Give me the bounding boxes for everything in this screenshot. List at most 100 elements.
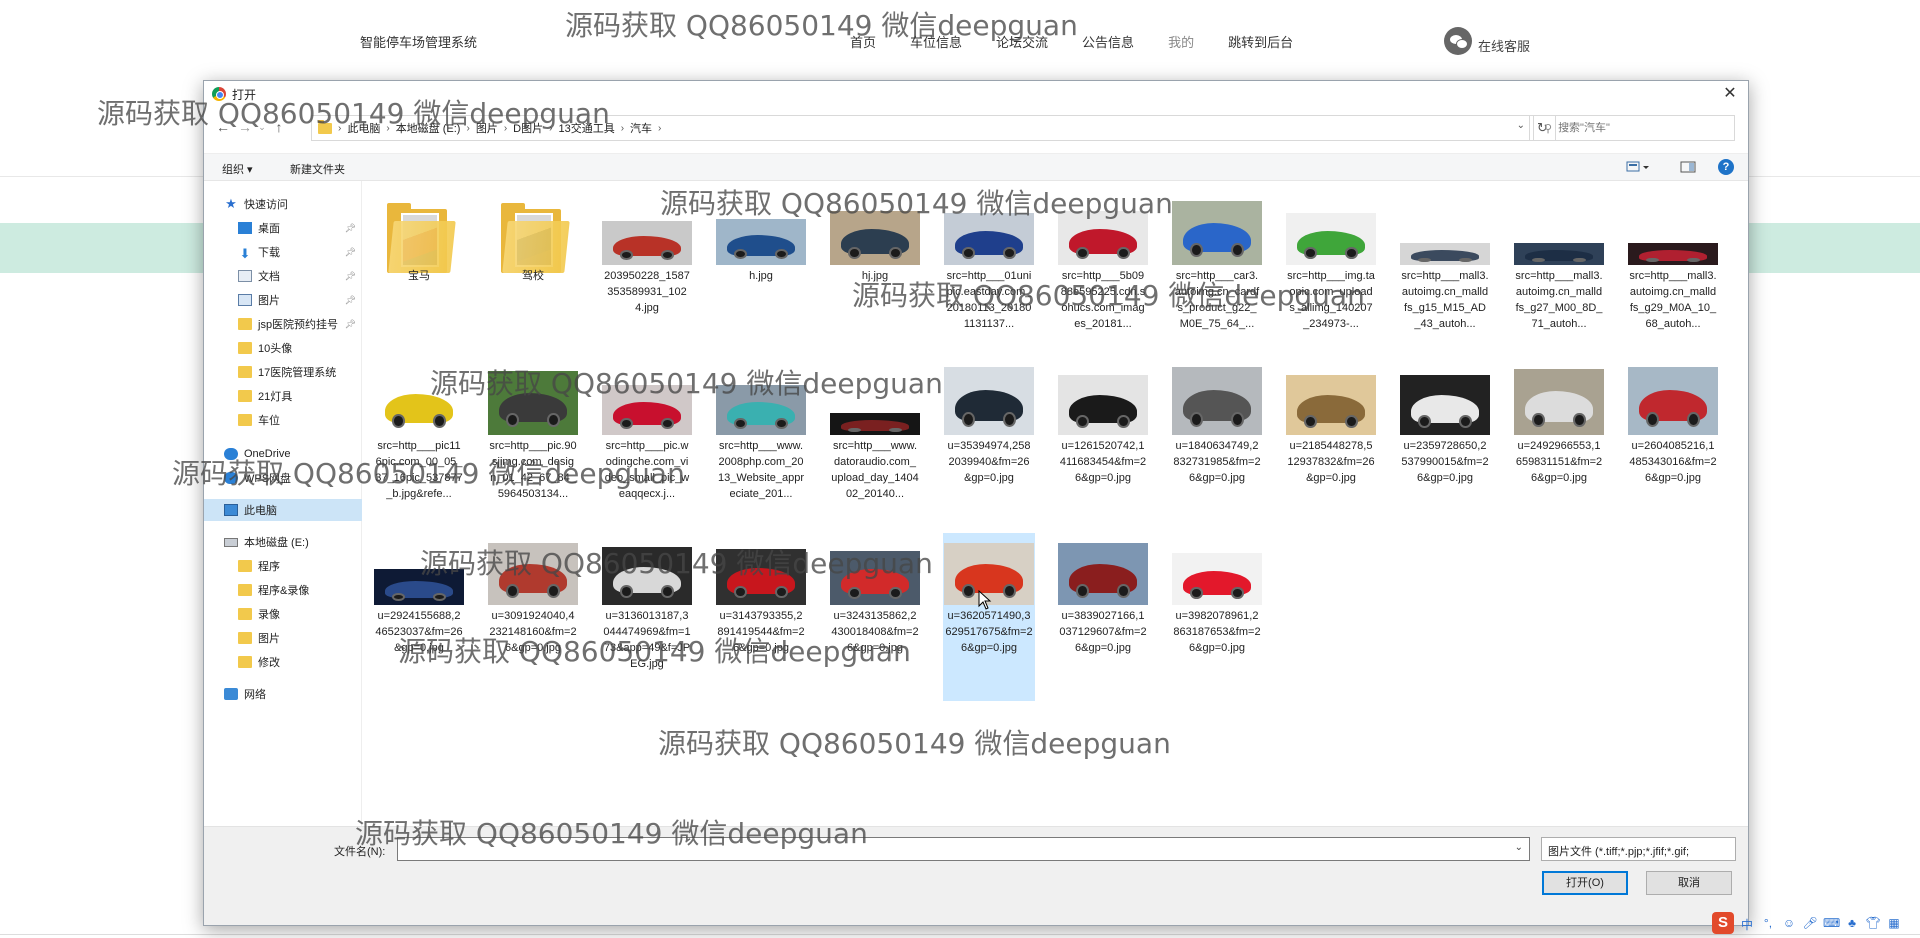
breadcrumb-d-pictures[interactable]: D图片 bbox=[513, 120, 543, 136]
image-thumbnail bbox=[602, 221, 692, 265]
nav-item[interactable]: 10头像 bbox=[204, 337, 362, 359]
ime-toolbar[interactable]: S 中 °, ☺ 🎤︎ ⌨ ♣ 👕︎ ▦ bbox=[1712, 912, 1917, 934]
nav-announcements[interactable]: 公告信息 bbox=[1082, 32, 1134, 51]
file-item[interactable]: hj.jpg bbox=[829, 193, 921, 361]
file-name: src=http___5b0988e595225.cdn.sohucs.com_… bbox=[1060, 270, 1146, 330]
keyboard-icon[interactable]: ⌨ bbox=[1823, 916, 1840, 930]
chevron-down-icon[interactable]: ⌄ bbox=[1515, 842, 1523, 853]
back-arrow-icon[interactable]: ← bbox=[212, 119, 234, 135]
nav-item[interactable]: OneDrive bbox=[204, 443, 362, 465]
nav-item[interactable]: 此电脑 bbox=[204, 499, 362, 521]
breadcrumb-transport[interactable]: 13交通工具 bbox=[558, 120, 614, 136]
menu-grid-icon[interactable]: ▦ bbox=[1886, 916, 1902, 930]
file-item[interactable]: src=http___pic116pic.com_00_05_37_16pic_… bbox=[373, 363, 465, 531]
file-item[interactable]: u=3243135862,2430018408&fm=26&gp=0.jpg bbox=[829, 533, 921, 701]
file-item[interactable]: src=http___mall3.autoimg.cn_malldfs_g29_… bbox=[1627, 193, 1719, 361]
nav-item[interactable]: ★ 快速访问 bbox=[204, 193, 362, 215]
folder-item[interactable]: 驾校 bbox=[487, 193, 579, 361]
up-arrow-icon[interactable]: ↑ bbox=[268, 119, 290, 135]
online-service[interactable]: 在线客服 bbox=[1444, 26, 1530, 55]
cancel-button[interactable]: 取消 bbox=[1646, 871, 1732, 895]
nav-mine[interactable]: 我的 bbox=[1168, 32, 1194, 51]
nav-item[interactable]: 桌面 📌︎ bbox=[204, 217, 362, 239]
file-item[interactable]: src=http___mall3.autoimg.cn_malldfs_g27_… bbox=[1513, 193, 1605, 361]
skin-icon[interactable]: 👕︎ bbox=[1865, 916, 1881, 930]
site-brand[interactable]: 智能停车场管理系统 bbox=[360, 32, 477, 51]
file-item[interactable]: src=http___img.taopic.com_uploads_allimg… bbox=[1285, 193, 1377, 361]
nav-item[interactable]: 文档 📌︎ bbox=[204, 265, 362, 287]
file-item[interactable]: u=2492966553,1659831151&fm=26&gp=0.jpg bbox=[1513, 363, 1605, 531]
organize-button[interactable]: 组织 ▾ bbox=[222, 161, 253, 177]
file-item[interactable]: u=2924155688,246523037&fm=26&gp=0.jpg bbox=[373, 533, 465, 701]
file-name: u=2185448278,512937832&fm=26&gp=0.jpg bbox=[1287, 440, 1375, 484]
breadcrumb-pictures[interactable]: 图片 bbox=[476, 120, 498, 136]
file-item[interactable]: src=http___mall3.autoimg.cn_malldfs_g15_… bbox=[1399, 193, 1491, 361]
file-item[interactable]: u=2604085216,1485343016&fm=26&gp=0.jpg bbox=[1627, 363, 1719, 531]
nav-item[interactable]: 图片 📌︎ bbox=[204, 289, 362, 311]
file-item[interactable]: u=1840634749,2832731985&fm=26&gp=0.jpg bbox=[1171, 363, 1263, 531]
toolbox-icon[interactable]: ♣ bbox=[1844, 916, 1860, 930]
file-item[interactable]: u=35394974,2582039940&fm=26&gp=0.jpg bbox=[943, 363, 1035, 531]
view-options-icon[interactable] bbox=[1626, 160, 1649, 174]
nav-item[interactable]: 17医院管理系统 bbox=[204, 361, 362, 383]
file-item[interactable]: u=3982078961,2863187653&fm=26&gp=0.jpg bbox=[1171, 533, 1263, 701]
punctuation-icon[interactable]: °, bbox=[1760, 916, 1776, 930]
nav-item[interactable]: 录像 bbox=[204, 603, 362, 625]
file-type-select[interactable]: 图片文件 (*.tiff;*.pjp;*.jfif;*.gif; bbox=[1541, 837, 1736, 861]
file-item[interactable]: u=2185448278,512937832&fm=26&gp=0.jpg bbox=[1285, 363, 1377, 531]
file-item[interactable]: src=http___car3.autoimg.cn_cardfs_produc… bbox=[1171, 193, 1263, 361]
open-button[interactable]: 打开(O) bbox=[1542, 871, 1628, 895]
file-item[interactable]: src=http___01unipic.eastday.com_20180113… bbox=[943, 193, 1035, 361]
file-item[interactable]: u=3136013187,3044474969&fm=173&app=49&f=… bbox=[601, 533, 693, 701]
address-bar[interactable]: › 此电脑 › 本地磁盘 (E:) › 图片 › D图片 › 13交通工具 › … bbox=[311, 115, 1556, 141]
file-item[interactable]: u=2359728650,2537990015&fm=26&gp=0.jpg bbox=[1399, 363, 1491, 531]
nav-item[interactable]: 车位 bbox=[204, 409, 362, 431]
breadcrumb-this-pc[interactable]: 此电脑 bbox=[347, 120, 380, 136]
nav-item[interactable]: 网络 bbox=[204, 683, 362, 705]
nav-item[interactable]: 图片 bbox=[204, 627, 362, 649]
nav-item[interactable]: 21灯具 bbox=[204, 385, 362, 407]
file-item[interactable]: u=1261520742,1411683454&fm=26&gp=0.jpg bbox=[1057, 363, 1149, 531]
breadcrumb-cars[interactable]: 汽车 bbox=[630, 120, 652, 136]
nav-forum[interactable]: 论坛交流 bbox=[996, 32, 1048, 51]
file-item[interactable]: src=http___www.2008php.com_2013_Website_… bbox=[715, 363, 807, 531]
file-item[interactable]: u=3620571490,3629517675&fm=26&gp=0.jpg bbox=[943, 533, 1035, 701]
nav-item[interactable]: 程序&录像 bbox=[204, 579, 362, 601]
filename-input[interactable]: ⌄ bbox=[397, 837, 1530, 861]
chevron-down-icon[interactable]: ⌄ bbox=[1517, 120, 1525, 131]
recent-dropdown-icon[interactable]: ⌄ bbox=[256, 122, 268, 133]
nav-item[interactable]: 本地磁盘 (E:) bbox=[204, 531, 362, 553]
chinese-mode-icon[interactable]: 中 bbox=[1739, 916, 1755, 932]
microphone-icon[interactable]: 🎤︎ bbox=[1802, 916, 1818, 930]
file-name: u=2924155688,246523037&fm=26&gp=0.jpg bbox=[375, 610, 463, 654]
file-item[interactable]: u=3143793355,2891419544&fm=26&gp=0.jpg bbox=[715, 533, 807, 701]
nav-parking-info[interactable]: 车位信息 bbox=[910, 32, 962, 51]
sogou-s-icon[interactable]: S bbox=[1712, 912, 1734, 934]
new-folder-button[interactable]: 新建文件夹 bbox=[290, 161, 345, 177]
file-item[interactable]: u=3091924040,4232148160&fm=26&gp=0.jpg bbox=[487, 533, 579, 701]
file-item[interactable]: 203950228_1587353589931_1024.jpg bbox=[601, 193, 693, 361]
nav-item[interactable]: 程序 bbox=[204, 555, 362, 577]
file-item[interactable]: src=http___pic.wodingche.com_video_small… bbox=[601, 363, 693, 531]
preview-pane-icon[interactable] bbox=[1680, 160, 1696, 174]
search-input[interactable] bbox=[1558, 122, 1719, 134]
help-icon[interactable]: ? bbox=[1718, 159, 1734, 175]
nav-home[interactable]: 首页 bbox=[850, 32, 876, 51]
search-field[interactable]: ⚲ bbox=[1533, 115, 1735, 141]
nav-item[interactable]: 修改 bbox=[204, 651, 362, 673]
file-item[interactable]: h.jpg bbox=[715, 193, 807, 361]
file-item[interactable]: src=http___pic.90sjimg.com_design_01_42_… bbox=[487, 363, 579, 531]
forward-arrow-icon[interactable]: → bbox=[234, 119, 256, 135]
nav-item[interactable]: ⬇ 下载 📌︎ bbox=[204, 241, 362, 263]
breadcrumb-drive-e[interactable]: 本地磁盘 (E:) bbox=[396, 120, 461, 136]
folder-item[interactable]: 宝马 bbox=[373, 193, 465, 361]
emoji-icon[interactable]: ☺ bbox=[1781, 916, 1797, 930]
image-thumbnail bbox=[1058, 211, 1148, 265]
file-item[interactable]: u=3839027166,1037129607&fm=26&gp=0.jpg bbox=[1057, 533, 1149, 701]
nav-item[interactable]: jsp医院预约挂号 📌︎ bbox=[204, 313, 362, 335]
nav-admin[interactable]: 跳转到后台 bbox=[1228, 32, 1293, 51]
nav-item[interactable]: WPS网盘 bbox=[204, 467, 362, 489]
file-item[interactable]: src=http___www.datoraudio.com_upload_day… bbox=[829, 363, 921, 531]
close-icon[interactable]: ✕ bbox=[1720, 84, 1740, 104]
file-item[interactable]: src=http___5b0988e595225.cdn.sohucs.com_… bbox=[1057, 193, 1149, 361]
